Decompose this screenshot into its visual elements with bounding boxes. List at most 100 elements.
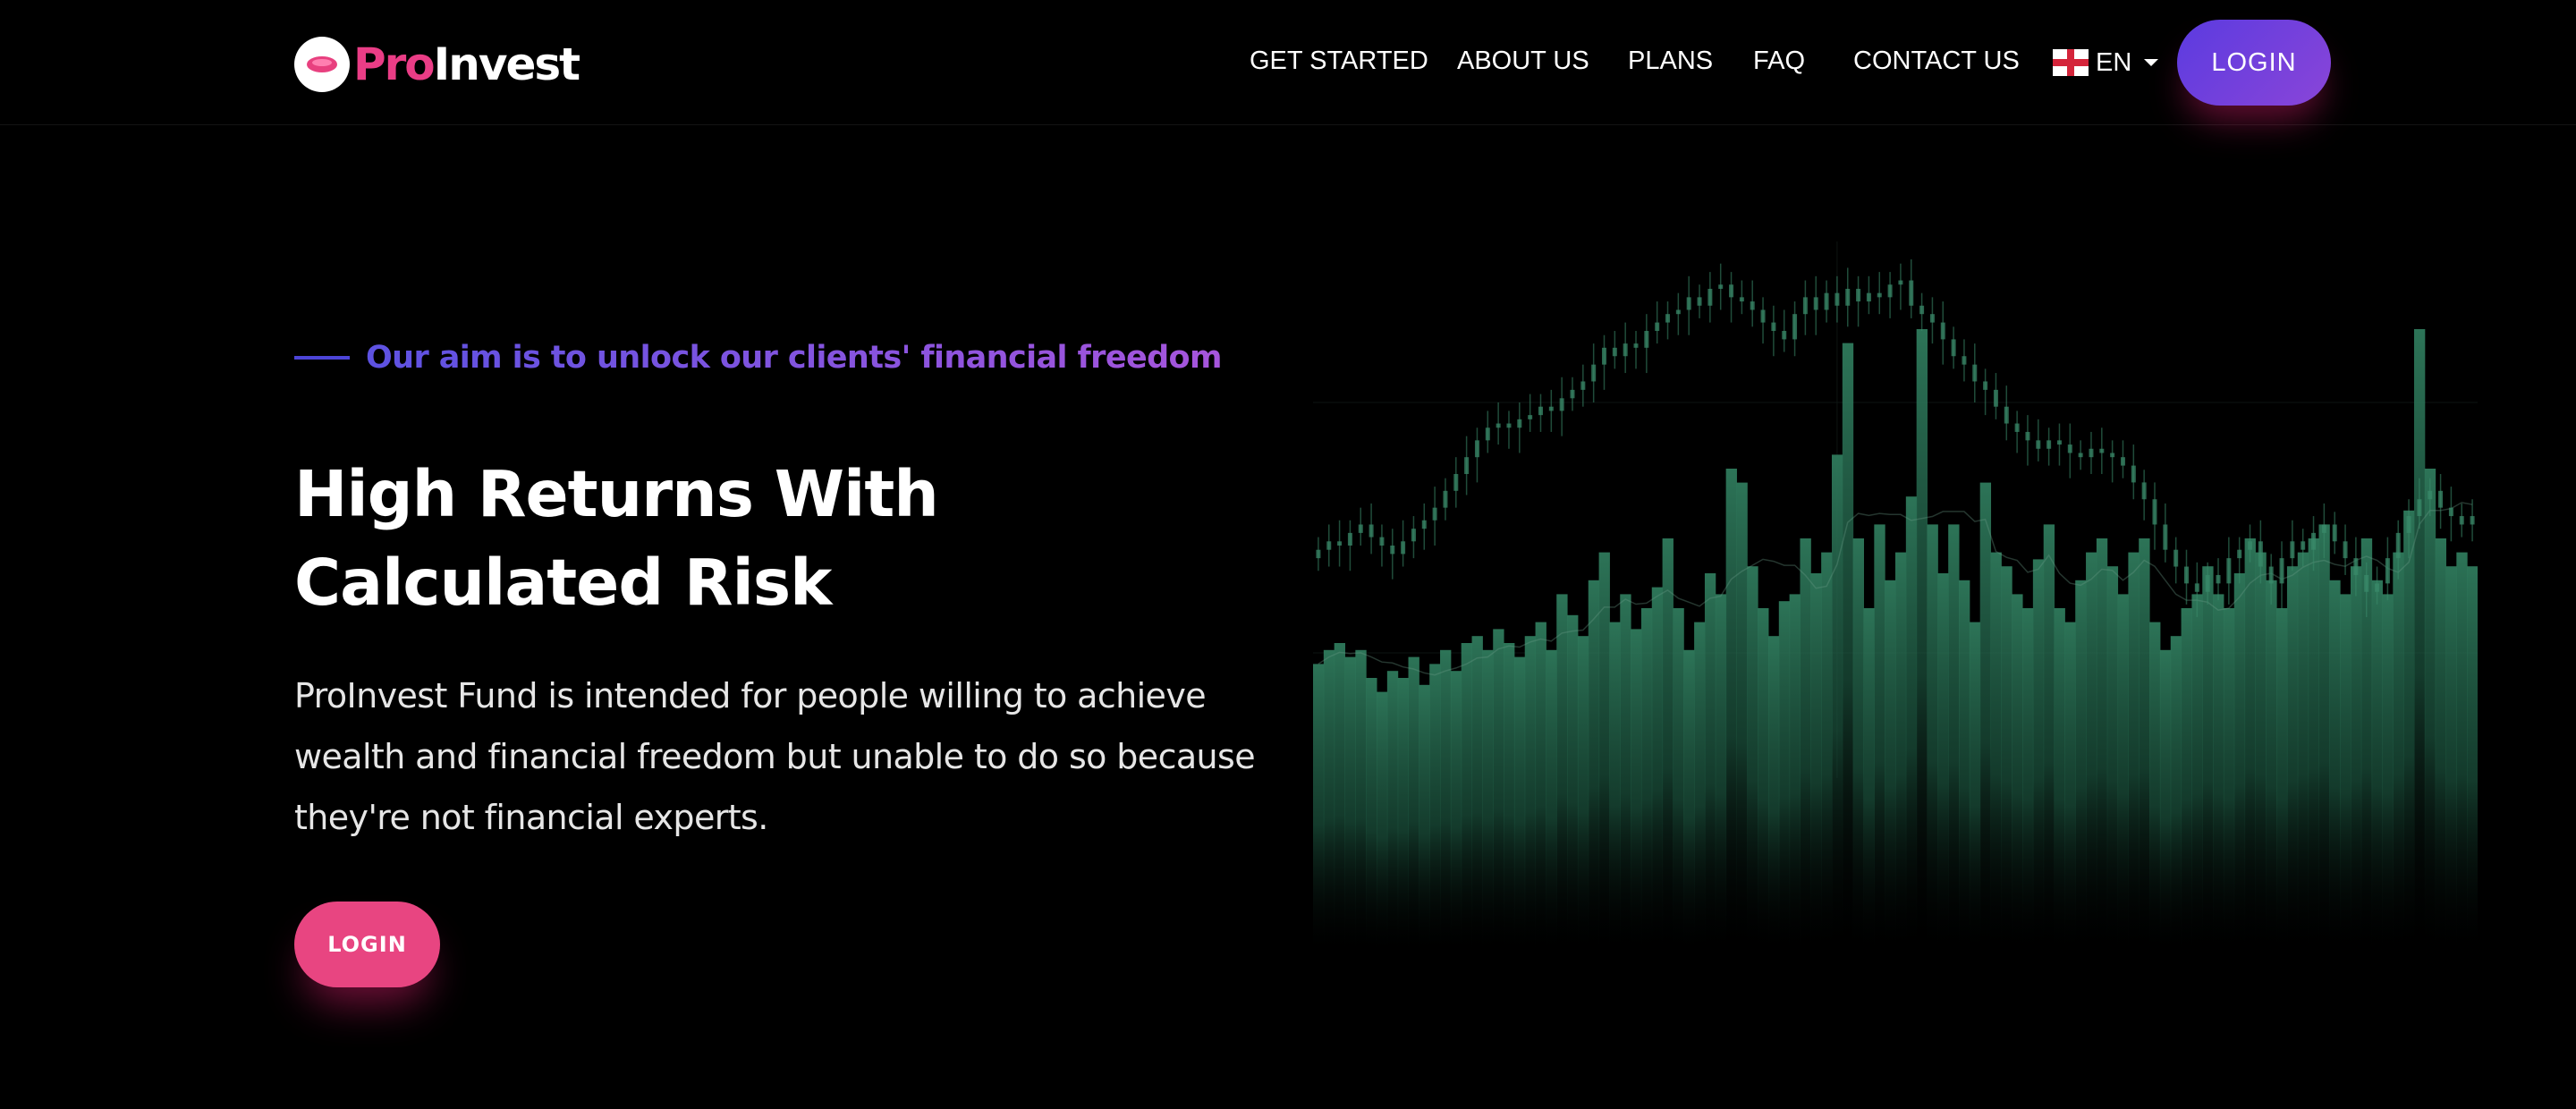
candle-body — [1644, 331, 1649, 348]
candle-body — [1887, 284, 1893, 298]
candle-body — [1697, 297, 1702, 306]
volume-bar — [2181, 608, 2192, 957]
volume-bar — [2213, 594, 2224, 957]
volume-bar — [2318, 524, 2330, 957]
volume-bar — [1546, 649, 1557, 957]
volume-bar — [1471, 636, 1483, 957]
volume-bar — [1620, 594, 1631, 957]
candle-body — [1337, 541, 1343, 546]
candle-body — [2395, 532, 2401, 559]
candle-body — [1983, 381, 1988, 390]
volume-bar — [1800, 538, 1811, 957]
volume-bar — [1524, 636, 1537, 957]
brand-logo[interactable]: ProInvest — [294, 34, 580, 95]
candle-body — [2120, 457, 2125, 466]
market-chart-graphic — [1313, 241, 2478, 957]
volume-bar — [1704, 573, 1716, 957]
candle-body — [2343, 541, 2348, 559]
volume-bar — [2445, 566, 2457, 957]
volume-bar — [1556, 594, 1568, 957]
candle-body — [1782, 331, 1787, 340]
volume-bar — [1874, 524, 1885, 957]
volume-bar — [2075, 580, 2087, 957]
candle-body — [1432, 507, 1437, 521]
volume-bar — [1313, 664, 1325, 957]
candle-body — [1538, 406, 1543, 416]
tagline-text: Our aim is to unlock our clients' financ… — [366, 340, 1222, 376]
volume-bar — [2022, 608, 2034, 957]
volume-bar — [2329, 580, 2341, 957]
volume-bar — [1440, 649, 1452, 957]
volume-bar — [1419, 684, 1430, 957]
top-navbar: ProInvest GET STARTED ABOUT US PLANS FAQ… — [0, 0, 2576, 125]
language-label: EN — [2096, 47, 2132, 77]
candle-body — [1940, 322, 1945, 340]
volume-bar — [2064, 622, 2076, 957]
candle-body — [2438, 490, 2444, 508]
nav-link-contact-us[interactable]: CONTACT US — [1853, 47, 2020, 76]
candle-body — [2131, 465, 2136, 483]
candle-body — [1580, 381, 1586, 390]
candle-body — [2152, 499, 2157, 525]
candle-body — [2014, 423, 2020, 432]
volume-bar — [2371, 580, 2383, 957]
candle-body — [1707, 288, 1713, 306]
nav-link-plans[interactable]: PLANS — [1628, 47, 1713, 76]
candle-body — [1898, 280, 1903, 285]
candle-body — [2036, 440, 2041, 449]
nav-link-get-started[interactable]: GET STARTED — [1250, 47, 1428, 76]
volume-bar — [1408, 656, 1419, 957]
volume-bar — [1725, 469, 1737, 957]
volume-bar — [1821, 552, 1833, 957]
nav-login-button[interactable]: LOGIN — [2177, 20, 2331, 106]
volume-bar — [1334, 643, 1346, 957]
candle-body — [1792, 314, 1798, 340]
candle-body — [1866, 292, 1871, 302]
volume-bar — [1778, 601, 1791, 957]
candle-body — [2448, 507, 2453, 517]
candle-body — [1347, 532, 1352, 546]
candle-body — [1760, 309, 1766, 323]
nav-login-label: LOGIN — [2211, 47, 2297, 77]
candle-body — [1379, 537, 1385, 546]
volume-bar — [2191, 594, 2203, 957]
volume-bar — [2233, 573, 2246, 957]
candle-body — [2279, 558, 2284, 584]
volume-bar — [2139, 538, 2150, 957]
candle-body — [2268, 566, 2274, 584]
volume-bar — [1758, 608, 1769, 957]
volume-bar — [2435, 538, 2446, 957]
candle-body — [1750, 301, 1755, 310]
volume-bar — [1747, 566, 1758, 957]
caret-down-icon — [2144, 59, 2159, 66]
volume-bar — [1450, 671, 1462, 957]
hero-tagline: Our aim is to unlock our clients' financ… — [294, 340, 1222, 376]
candle-body — [2332, 524, 2337, 542]
candle-body — [1358, 524, 1363, 533]
volume-bar — [2096, 538, 2108, 957]
volume-bar — [1344, 656, 1356, 957]
candle-body — [1835, 292, 1840, 306]
nav-link-faq[interactable]: FAQ — [1753, 47, 1805, 76]
candle-body — [1993, 389, 1998, 407]
candle-body — [2248, 541, 2253, 550]
candle-body — [1401, 541, 1406, 554]
hero-login-button[interactable]: LOGIN — [294, 902, 440, 987]
volume-bar — [2286, 566, 2299, 957]
volume-bar — [1493, 629, 1504, 957]
nav-link-about-us[interactable]: ABOUT US — [1457, 47, 1589, 76]
volume-bar — [2308, 538, 2319, 957]
candle-body — [2417, 499, 2422, 517]
volume-bar — [1513, 656, 1526, 957]
candle-body — [2459, 516, 2464, 525]
candle-body — [1464, 457, 1470, 474]
candle-body — [1633, 343, 1639, 348]
candle-body — [2025, 431, 2030, 441]
candle-body — [1453, 474, 1459, 491]
volume-bar — [1567, 614, 1579, 957]
candle-body — [1316, 549, 1321, 559]
coin-logo-icon — [294, 37, 350, 92]
language-selector[interactable]: EN — [2053, 47, 2159, 78]
candle-body — [1877, 292, 1882, 298]
hero-description: ProInvest Fund is intended for people wi… — [294, 676, 1256, 837]
